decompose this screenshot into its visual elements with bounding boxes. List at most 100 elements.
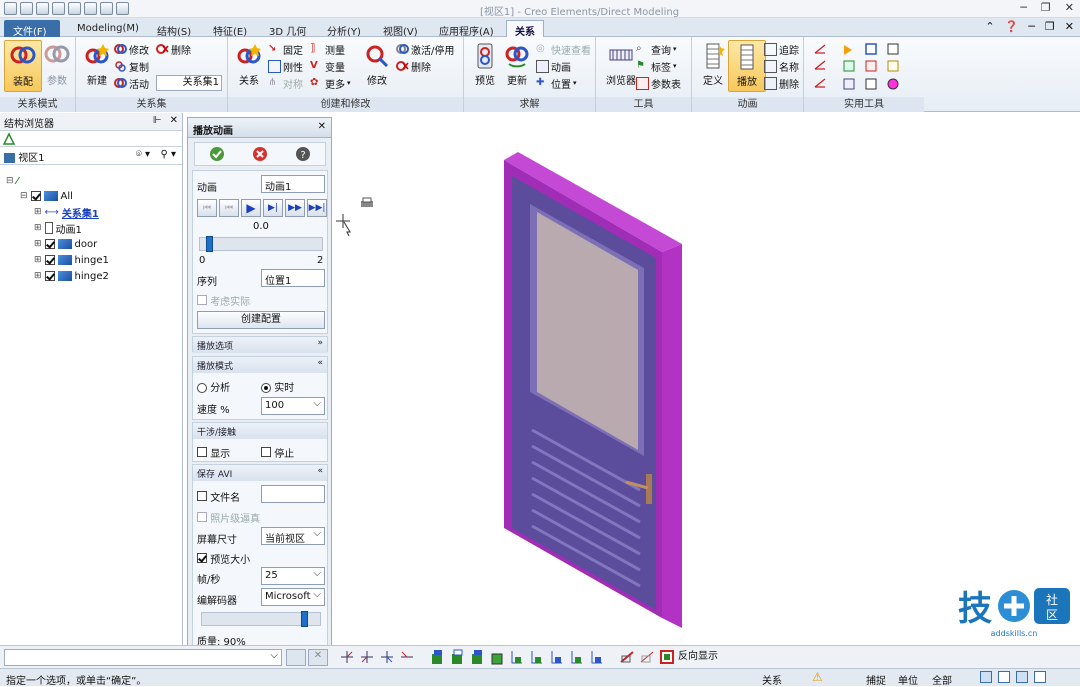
section-plane-icon[interactable] <box>508 648 526 666</box>
variable-button[interactable]: V 变量 <box>310 58 345 74</box>
consider-actual-option[interactable]: 考虑实际 <box>197 293 250 308</box>
new-file-icon[interactable] <box>20 2 33 15</box>
status-snap[interactable]: 捕捉 <box>866 672 886 687</box>
tree-item-relation-set[interactable]: ⊞ ⟷ 关系集1 <box>34 204 99 220</box>
name-button[interactable]: 名称 <box>764 58 799 74</box>
step-forward-button[interactable]: ▶| <box>263 199 283 217</box>
define-button[interactable]: 定义 <box>694 40 732 92</box>
tree-item-hinge1[interactable]: ⊞ hinge1 <box>34 252 109 268</box>
delete-set-button[interactable]: 删除 <box>156 41 191 57</box>
help-question-icon[interactable]: ? <box>295 146 311 162</box>
cancel-x-icon[interactable] <box>252 146 268 162</box>
hidden-cube-icon[interactable] <box>488 648 506 666</box>
dropdown-chevron-icon[interactable]: ⌵ <box>270 650 278 661</box>
active-set-button[interactable]: 活动 <box>114 75 149 91</box>
reverse-display-icon[interactable] <box>658 648 676 666</box>
section-plane-4-icon[interactable] <box>568 648 586 666</box>
visibility-checkbox[interactable] <box>30 191 41 201</box>
shaded-cube-icon[interactable] <box>428 648 446 666</box>
split-view-icon[interactable] <box>998 671 1010 683</box>
tag-button[interactable]: ⚑ 标签 ▾ <box>636 58 677 74</box>
tree-item-animation[interactable]: ⊞ 动画1 <box>34 220 82 236</box>
quality-slider-thumb[interactable] <box>301 611 308 627</box>
collapse-chevron-icon[interactable]: « <box>317 358 323 368</box>
command-cancel-button[interactable]: ✕ <box>308 649 328 666</box>
tab-file[interactable]: 文件(F) <box>4 20 60 38</box>
trace-button[interactable]: 追踪 <box>764 41 799 57</box>
pin-icon[interactable]: ⊩ <box>153 115 162 126</box>
single-view-icon[interactable] <box>980 671 992 683</box>
visibility-checkbox[interactable] <box>44 239 55 249</box>
rewind-start-button[interactable]: ⏮ <box>197 199 217 217</box>
play-mode-header[interactable]: 播放模式 « <box>193 357 327 373</box>
collision-header[interactable]: 干涉/接触 <box>193 423 327 439</box>
measure-button[interactable]: ⟧ 测量 <box>310 41 345 57</box>
hide-icon[interactable] <box>618 648 636 666</box>
parameter-table-button[interactable]: 参数表 <box>636 75 681 91</box>
3d-viewport[interactable]: 技 社 区 addskills.cn <box>336 113 1080 640</box>
animation-button[interactable]: 动画 <box>536 58 571 74</box>
binoculars-icon[interactable]: ⌾ ▾ <box>136 149 150 160</box>
ok-check-icon[interactable] <box>209 146 225 162</box>
play-forward-button[interactable]: ▶ <box>241 199 261 217</box>
doc-restore-icon[interactable]: ❐ <box>1045 20 1055 33</box>
relation-set-field[interactable]: 关系集1 <box>156 75 222 91</box>
consider-actual-checkbox[interactable] <box>197 295 207 305</box>
tab-analysis[interactable]: 分析(Y) <box>318 20 370 38</box>
door-frame-side[interactable] <box>662 244 682 628</box>
window-list-icon[interactable] <box>1034 671 1046 683</box>
printer-icon[interactable] <box>361 197 373 207</box>
warning-icon[interactable]: ⚠ <box>812 670 823 684</box>
play-options-header[interactable]: 播放选项» <box>193 337 327 353</box>
new-set-button[interactable]: 新建 <box>78 40 116 92</box>
animation-field[interactable]: 动画1 <box>261 175 325 193</box>
analysis-option[interactable]: 分析 <box>197 379 230 394</box>
app-icon[interactable] <box>4 2 17 15</box>
save-avi-header[interactable]: 保存 AVI « <box>193 465 327 481</box>
selector-icon[interactable] <box>116 2 129 15</box>
position-button[interactable]: ✚ 位置 ▾ <box>536 75 577 91</box>
tree-item-all[interactable]: ⊟ All <box>20 188 73 204</box>
sequence-field[interactable]: 位置1 <box>261 269 325 287</box>
reverse-display-label[interactable]: 反向显示 <box>678 648 718 666</box>
screen-size-select[interactable]: 当前视区 <box>261 527 325 545</box>
status-relations[interactable]: 关系 <box>762 672 782 687</box>
structure-tree-icon[interactable] <box>2 132 16 146</box>
show-checkbox[interactable] <box>197 447 207 457</box>
realtime-option[interactable]: 实时 <box>261 379 294 394</box>
doc-minimize-icon[interactable]: ─ <box>1028 20 1035 33</box>
filename-option[interactable]: 文件名 <box>197 489 240 504</box>
time-slider[interactable] <box>199 236 323 252</box>
relation-button[interactable]: 关系 <box>230 40 268 92</box>
view-left-icon[interactable] <box>378 648 396 666</box>
tab-feature[interactable]: 特征(E) <box>204 20 256 38</box>
remove-button[interactable]: 删除 <box>764 75 799 91</box>
photo-real-checkbox[interactable] <box>197 512 207 522</box>
view-right-icon[interactable] <box>398 648 416 666</box>
show-option[interactable]: 显示 <box>197 445 230 460</box>
view-front-icon[interactable] <box>338 648 356 666</box>
filename-field[interactable] <box>261 485 325 503</box>
tab-view[interactable]: 视图(V) <box>374 20 427 38</box>
ribbon-minimize-icon[interactable]: ⌃ <box>985 20 994 33</box>
command-enter-button[interactable] <box>286 649 306 666</box>
save-all-icon[interactable] <box>68 2 81 15</box>
filename-checkbox[interactable] <box>197 491 207 501</box>
section-plane-5-icon[interactable] <box>588 648 606 666</box>
stop-checkbox[interactable] <box>261 447 271 457</box>
view-back-icon[interactable] <box>358 648 376 666</box>
expand-chevron-icon[interactable]: » <box>317 338 323 348</box>
dialog-close-icon[interactable]: ✕ <box>318 121 326 132</box>
analysis-radio[interactable] <box>197 383 207 393</box>
jump-end-button[interactable]: ▶▶| <box>307 199 327 217</box>
status-units[interactable]: 单位 <box>898 672 918 687</box>
quick-view-button[interactable]: ◎ 快速查看 <box>536 41 591 57</box>
preview-size-option[interactable]: 预览大小 <box>197 551 250 566</box>
quad-view-icon[interactable] <box>1016 671 1028 683</box>
minimize-icon[interactable]: ─ <box>1020 1 1027 14</box>
step-back-button[interactable]: ⏮ <box>219 199 239 217</box>
save-icon[interactable] <box>52 2 65 15</box>
fixed-button[interactable]: ↘ 固定 <box>268 41 303 57</box>
fps-select[interactable]: 25 <box>261 567 325 585</box>
copy-set-button[interactable]: 复制 <box>114 58 149 74</box>
